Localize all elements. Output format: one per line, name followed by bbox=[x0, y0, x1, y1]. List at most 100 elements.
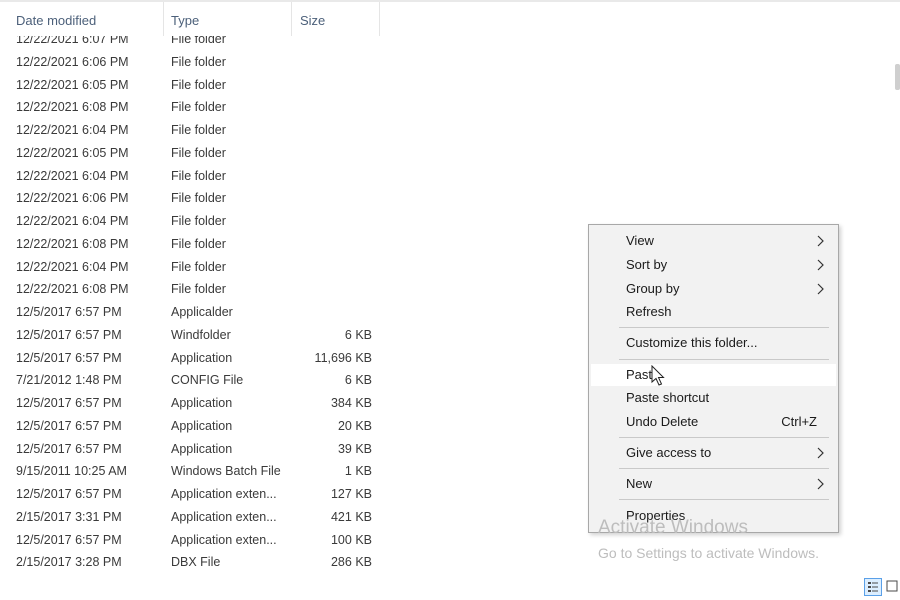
column-header-date[interactable]: Date modified bbox=[0, 2, 164, 36]
large-icons-view-button[interactable] bbox=[884, 578, 900, 596]
cell-type: File folder bbox=[171, 214, 226, 228]
file-row[interactable]: 12/22/2021 6:04 PM File folder bbox=[0, 256, 390, 279]
menu-item-label: Undo Delete bbox=[626, 414, 699, 429]
cell-date-modified: 9/15/2011 10:25 AM bbox=[16, 464, 127, 479]
file-row[interactable]: 12/5/2017 6:57 PM Applicalder bbox=[0, 301, 390, 324]
cell-date-modified: 12/22/2021 6:05 PM bbox=[16, 77, 129, 92]
menu-item-view[interactable]: View bbox=[591, 230, 836, 252]
chevron-right-icon bbox=[817, 259, 824, 271]
file-row[interactable]: 12/5/2017 6:57 PM Application 384 KB bbox=[0, 392, 390, 415]
menu-item-sort-by[interactable]: Sort by bbox=[591, 254, 836, 276]
cell-type: File folder bbox=[171, 282, 226, 297]
cell-date-modified: 12/5/2017 6:57 PM bbox=[16, 532, 122, 547]
file-row[interactable]: 12/22/2021 6:04 PM File folder bbox=[0, 165, 390, 188]
file-row[interactable]: 9/15/2011 10:25 AM Windows Batch File 1 KB bbox=[0, 460, 390, 483]
cell-type: File folder bbox=[171, 168, 226, 183]
cell-type: File folder bbox=[171, 145, 226, 160]
cell-date-modified: 12/22/2021 6:04 PM bbox=[16, 214, 129, 228]
cell-date-modified: 12/22/2021 6:08 PM bbox=[16, 100, 129, 115]
mouse-pointer-icon bbox=[651, 365, 665, 386]
cell-type: File folder bbox=[171, 236, 226, 251]
cell-type: Application bbox=[171, 396, 233, 410]
file-row[interactable]: 2/15/2017 3:28 PM DBX File 286 KB bbox=[0, 551, 390, 574]
cell-type: DBX File bbox=[171, 555, 221, 570]
cell-type: Application exten... bbox=[171, 532, 277, 547]
menu-item-group-by[interactable]: Group by bbox=[591, 278, 836, 300]
large-icons-view-icon bbox=[886, 580, 898, 592]
cell-type: Windfolder bbox=[171, 327, 231, 342]
file-row[interactable]: 12/22/2021 6:05 PM File folder bbox=[0, 74, 390, 97]
cell-date-modified: 12/22/2021 6:08 PM bbox=[16, 282, 129, 297]
menu-item-label: View bbox=[626, 233, 654, 248]
cell-date-modified: 12/22/2021 6:06 PM bbox=[16, 54, 129, 69]
cell-date-modified: 12/22/2021 6:04 PM bbox=[16, 168, 129, 183]
activate-windows-title: Activate Windows bbox=[598, 517, 748, 538]
cell-type: Application bbox=[171, 418, 233, 433]
menu-separator bbox=[619, 359, 829, 360]
cell-date-modified: 2/15/2017 3:28 PM bbox=[16, 555, 122, 570]
file-row[interactable]: 12/5/2017 6:57 PM Application exten... 127… bbox=[0, 483, 390, 506]
file-row[interactable]: 12/5/2017 6:57 PM Application 39 KB bbox=[0, 438, 390, 461]
cell-type: File folder bbox=[171, 100, 226, 115]
file-row[interactable]: 12/22/2021 6:05 PM File folder bbox=[0, 142, 390, 165]
menu-item-label: Refresh bbox=[626, 304, 672, 319]
menu-separator bbox=[619, 468, 829, 469]
cell-type: File folder bbox=[171, 259, 226, 274]
file-row[interactable]: 12/5/2017 6:57 PM Application 11,696 KB bbox=[0, 347, 390, 370]
menu-item-refresh[interactable]: Refresh bbox=[591, 301, 836, 323]
vertical-scrollbar-thumb[interactable] bbox=[895, 64, 900, 90]
file-row[interactable]: 12/22/2021 6:06 PM File folder bbox=[0, 187, 390, 210]
file-list: 12/22/2021 6:07 PM File folder 12/22/2021 … bbox=[0, 36, 390, 576]
file-row[interactable]: 12/22/2021 6:06 PM File folder bbox=[0, 51, 390, 74]
cell-date-modified: 12/22/2021 6:05 PM bbox=[16, 145, 129, 160]
menu-item-give-access[interactable]: Give access to bbox=[591, 442, 836, 464]
cell-size: 100 KB bbox=[330, 532, 372, 547]
file-row[interactable]: 12/5/2017 6:57 PM Application exten... 100… bbox=[0, 529, 390, 552]
cell-date-modified: 12/5/2017 6:57 PM bbox=[16, 327, 122, 342]
file-row[interactable]: 12/22/2021 6:04 PM File folder bbox=[0, 210, 390, 233]
cell-size: 6 KB bbox=[344, 327, 372, 342]
file-row[interactable]: 12/5/2017 6:57 PM Application 20 KB bbox=[0, 415, 390, 438]
cell-size: 127 KB bbox=[330, 487, 372, 501]
cell-date-modified: 12/22/2021 6:06 PM bbox=[16, 191, 129, 206]
file-row[interactable]: 12/22/2021 6:08 PM File folder bbox=[0, 233, 390, 256]
menu-item-paste-shortcut[interactable]: Paste shortcut bbox=[591, 387, 836, 409]
column-header-type[interactable]: Type bbox=[164, 2, 292, 36]
cell-size: 286 KB bbox=[330, 555, 372, 570]
cell-type: File folder bbox=[171, 77, 226, 92]
chevron-right-icon bbox=[817, 447, 824, 459]
chevron-right-icon bbox=[817, 283, 824, 295]
menu-item-label: Sort by bbox=[626, 257, 668, 272]
menu-item-label: Group by bbox=[626, 281, 680, 296]
menu-item-label: New bbox=[626, 476, 653, 491]
menu-item-customize-folder[interactable]: Customize this folder... bbox=[591, 332, 836, 354]
file-row[interactable]: 7/21/2012 1:48 PM CONFIG File 6 KB bbox=[0, 369, 390, 392]
menu-item-undo-delete[interactable]: Undo Delete Ctrl+Z bbox=[591, 411, 836, 433]
menu-item-new[interactable]: New bbox=[591, 473, 836, 495]
activate-windows-subtitle: Go to Settings to activate Windows. bbox=[598, 545, 819, 561]
cell-date-modified: 2/15/2017 3:31 PM bbox=[16, 509, 122, 524]
cell-type: Application bbox=[171, 441, 233, 456]
menu-separator bbox=[619, 327, 829, 328]
file-row[interactable]: 2/15/2017 3:31 PM Application exten... 421… bbox=[0, 506, 390, 529]
file-row[interactable]: 12/22/2021 6:07 PM File folder bbox=[0, 36, 390, 51]
cell-size: 39 KB bbox=[337, 441, 372, 456]
menu-item-paste[interactable]: Paste bbox=[591, 364, 836, 386]
cell-date-modified: 12/5/2017 6:57 PM bbox=[16, 418, 122, 433]
file-row[interactable]: 12/22/2021 6:08 PM File folder bbox=[0, 278, 390, 301]
cell-type: File folder bbox=[171, 191, 226, 206]
cell-size: 11,696 KB bbox=[314, 350, 372, 365]
column-header-size[interactable]: Size bbox=[292, 2, 380, 36]
menu-item-shortcut: Ctrl+Z bbox=[781, 414, 817, 429]
cell-date-modified: 7/21/2012 1:48 PM bbox=[16, 373, 122, 388]
cell-type: File folder bbox=[171, 36, 226, 46]
file-row[interactable]: 12/22/2021 6:08 PM File folder bbox=[0, 96, 390, 119]
cell-size: 384 KB bbox=[330, 396, 372, 410]
file-row[interactable]: 12/22/2021 6:04 PM File folder bbox=[0, 119, 390, 142]
cell-date-modified: 12/5/2017 6:57 PM bbox=[16, 441, 122, 456]
cell-size: 6 KB bbox=[344, 373, 372, 388]
cell-type: Applicalder bbox=[171, 305, 233, 319]
file-row[interactable]: 12/5/2017 6:57 PM Windfolder 6 KB bbox=[0, 324, 390, 347]
details-view-button[interactable] bbox=[864, 578, 882, 596]
cell-type: Windows Batch File bbox=[171, 464, 281, 479]
